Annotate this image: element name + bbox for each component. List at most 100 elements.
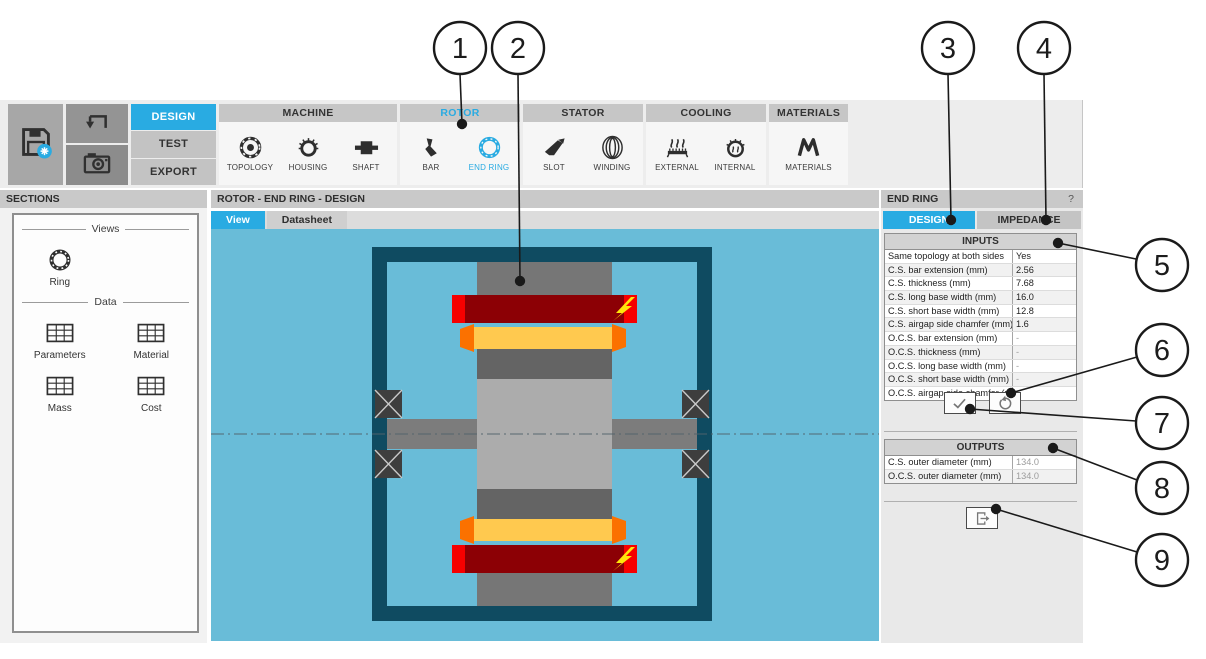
ribbon-item-materials[interactable]: MATERIALS [780, 133, 838, 174]
ribbon-group-title: STATOR [523, 104, 643, 122]
ribbon-item-end-ring[interactable]: END RING [460, 133, 518, 174]
param-label: C.S. short base width (mm) [885, 305, 1012, 318]
sections-header: SECTIONS [0, 190, 207, 208]
param-label: O.C.S. outer diameter (mm) [885, 470, 1012, 483]
machine-cross-section [211, 229, 879, 641]
end-ring-panel: END RING ? DESIGN IMPEDANCE INPUTS Same … [881, 190, 1083, 643]
ribbon-item-shaft[interactable]: SHAFT [337, 133, 395, 174]
ribbon-group-title: MATERIALS [769, 104, 848, 122]
tab-export[interactable]: EXPORT [131, 159, 216, 185]
save-icon [19, 125, 53, 164]
topology-icon [238, 135, 263, 160]
param-label: C.S. airgap side chamfer (mm) [885, 318, 1012, 331]
svg-text:4: 4 [1036, 33, 1052, 65]
ribbon-item-housing[interactable]: HOUSING [279, 133, 337, 174]
panel-help-button[interactable]: ? [1068, 190, 1074, 208]
ribbon-item-winding[interactable]: WINDING [583, 133, 641, 174]
return-arrow-icon [82, 106, 112, 141]
save-button[interactable] [8, 104, 63, 185]
ribbon-item-slot[interactable]: SLOT [525, 133, 583, 174]
tab-panel-impedance[interactable]: IMPEDANCE [977, 211, 1081, 229]
ribbon-group-stator: STATOR SLOTWINDING [523, 104, 643, 185]
undo-return-button[interactable] [66, 104, 128, 143]
tab-design[interactable]: DESIGN [131, 104, 216, 130]
rotor-core-bottom [477, 489, 612, 519]
application-window: DESIGN TEST EXPORT MACHINETOPOLOGYHOUSIN… [0, 0, 1206, 659]
sidebar-item-label: Parameters [34, 350, 86, 361]
param-value[interactable]: - [1012, 373, 1076, 386]
end-ring-icon [477, 135, 502, 160]
callout-7: 7 [1136, 397, 1188, 449]
svg-text:1: 1 [452, 33, 468, 65]
callout-3: 3 [922, 22, 974, 74]
view-title: ROTOR - END RING - DESIGN [211, 190, 879, 208]
ribbon-group-cooling: COOLINGEXTERNALINTERNAL [646, 104, 766, 185]
tab-datasheet[interactable]: Datasheet [267, 211, 347, 229]
table-icon [137, 320, 165, 346]
reset-button[interactable] [989, 392, 1021, 414]
apply-button[interactable] [944, 392, 976, 414]
param-value[interactable]: - [1012, 332, 1076, 345]
stator-winding-bottom [452, 545, 637, 573]
param-value[interactable]: 2.56 [1012, 264, 1076, 277]
outputs-table: OUTPUTS C.S. outer diameter (mm)134.0O.C… [884, 439, 1077, 484]
param-value[interactable]: - [1012, 346, 1076, 359]
param-label: C.S. outer diameter (mm) [885, 456, 1012, 469]
sidebar-item-label: Ring [49, 277, 70, 288]
inputs-table-header: INPUTS [885, 234, 1076, 250]
ribbon-item-internal[interactable]: INTERNAL [706, 133, 764, 174]
callout-9: 9 [1136, 534, 1188, 586]
ribbon-item-bar[interactable]: BAR [402, 133, 460, 174]
callout-2: 2 [492, 22, 544, 74]
ribbon-item-topology[interactable]: TOPOLOGY [221, 133, 279, 174]
param-value[interactable]: 7.68 [1012, 277, 1076, 290]
ribbon-groups: MACHINETOPOLOGYHOUSINGSHAFTROTORBAREND R… [219, 104, 848, 185]
sidebar-item-label: Material [133, 350, 169, 361]
stator-core-bottom [477, 573, 612, 606]
tab-test[interactable]: TEST [131, 131, 216, 157]
tab-view[interactable]: View [211, 211, 265, 229]
ribbon-group-title: ROTOR [400, 104, 520, 122]
callout-8: 8 [1136, 462, 1188, 514]
design-canvas [211, 229, 879, 641]
materials-icon [796, 135, 821, 160]
sidebar-item-parameters[interactable]: Parameters [14, 320, 106, 361]
shaft-icon [354, 135, 379, 160]
tab-panel-design[interactable]: DESIGN [883, 211, 975, 229]
param-label: C.S. long base width (mm) [885, 291, 1012, 304]
svg-text:8: 8 [1154, 473, 1170, 505]
export-button[interactable] [966, 507, 998, 529]
sidebar-item-cost[interactable]: Cost [106, 373, 198, 414]
ribbon-item-external[interactable]: EXTERNAL [648, 133, 706, 174]
check-icon [951, 395, 968, 412]
sidebar-item-mass[interactable]: Mass [14, 373, 106, 414]
sections-panel: Views Ring Data ParametersMaterialMassCo… [12, 213, 199, 633]
svg-text:2: 2 [510, 33, 526, 65]
views-items: Ring [14, 235, 197, 288]
svg-text:3: 3 [940, 33, 956, 65]
param-value[interactable]: 12.8 [1012, 305, 1076, 318]
table-row: C.S. short base width (mm)12.8 [885, 304, 1076, 318]
panel-header: END RING ? [881, 190, 1083, 208]
rotor-core-top [477, 349, 612, 379]
table-row: O.C.S. thickness (mm)- [885, 345, 1076, 359]
table-row: C.S. thickness (mm)7.68 [885, 276, 1076, 290]
camera-icon [82, 148, 112, 183]
panel-title-text: END RING [887, 190, 938, 208]
table-row: O.C.S. long base width (mm)- [885, 359, 1076, 373]
param-label: O.C.S. long base width (mm) [885, 360, 1012, 373]
param-value[interactable]: - [1012, 360, 1076, 373]
param-value[interactable]: 16.0 [1012, 291, 1076, 304]
callout-1: 1 [434, 22, 486, 74]
param-value[interactable]: 1.6 [1012, 318, 1076, 331]
sidebar-item-ring[interactable]: Ring [14, 247, 106, 288]
table-row: C.S. long base width (mm)16.0 [885, 290, 1076, 304]
table-row: C.S. airgap side chamfer (mm)1.6 [885, 317, 1076, 331]
param-value[interactable]: Yes [1012, 250, 1076, 263]
screenshot-button[interactable] [66, 145, 128, 185]
table-icon [46, 320, 74, 346]
ribbon-item-label: EXTERNAL [655, 163, 699, 172]
table-row: O.C.S. short base width (mm)- [885, 372, 1076, 386]
sidebar-item-material[interactable]: Material [106, 320, 198, 361]
inputs-table: INPUTS Same topology at both sidesYesC.S… [884, 233, 1077, 401]
